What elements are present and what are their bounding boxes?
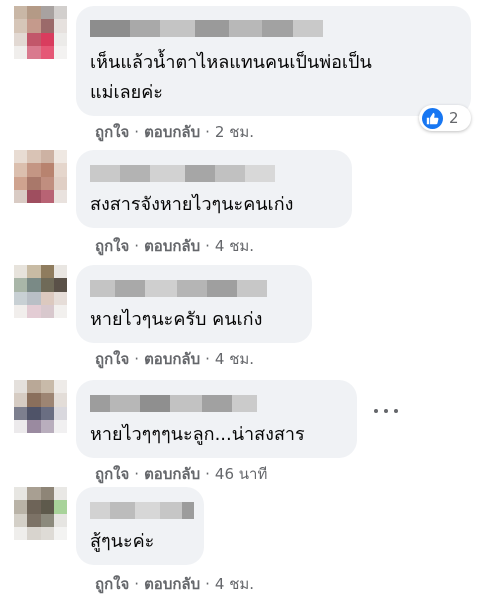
commenter-name-blurred[interactable]	[90, 280, 267, 297]
comment-actions: ถูกใจ · ตอบกลับ · 4 ชม.	[95, 348, 254, 370]
reply-button[interactable]: ตอบกลับ	[144, 462, 200, 486]
comment-text: สงสารจังหายไวๆนะคนเก่ง	[90, 194, 294, 215]
comment-text: สู้ๆนะค่ะ	[90, 531, 155, 552]
avatar[interactable]	[14, 6, 67, 59]
comment-bubble: สงสารจังหายไวๆนะคนเก่ง	[76, 150, 352, 228]
separator: ·	[205, 237, 210, 255]
avatar[interactable]	[14, 265, 67, 318]
comment-timestamp[interactable]: 4 ชม.	[215, 572, 254, 596]
comment-text: หายไวๆนะครับ คนเก่ง	[90, 309, 263, 330]
avatar[interactable]	[14, 380, 67, 433]
thumbs-up-icon	[422, 107, 443, 129]
separator: ·	[205, 465, 210, 483]
separator: ·	[205, 123, 210, 141]
reply-button[interactable]: ตอบกลับ	[144, 120, 200, 144]
commenter-name-blurred[interactable]	[90, 20, 323, 37]
reaction-count: 2	[449, 109, 459, 127]
comment-actions: ถูกใจ · ตอบกลับ · 2 ชม.	[95, 121, 254, 143]
commenter-name-blurred[interactable]	[90, 502, 194, 519]
comment-text: เห็นแล้วน้ำตาไหลแทนคนเป็นพ่อเป็น แม่เลยค…	[90, 52, 372, 103]
avatar[interactable]	[14, 487, 67, 540]
comment-timestamp[interactable]: 4 ชม.	[215, 234, 254, 258]
like-button[interactable]: ถูกใจ	[95, 120, 129, 144]
commenter-name-blurred[interactable]	[90, 165, 275, 182]
comment-bubble: หายไวๆๆๆนะลูก...น่าสงสาร	[76, 380, 357, 458]
like-button[interactable]: ถูกใจ	[95, 462, 129, 486]
reply-button[interactable]: ตอบกลับ	[144, 572, 200, 596]
comment-bubble: เห็นแล้วน้ำตาไหลแทนคนเป็นพ่อเป็น แม่เลยค…	[76, 6, 471, 116]
separator: ·	[205, 575, 210, 593]
avatar[interactable]	[14, 150, 67, 203]
separator: ·	[134, 465, 140, 483]
comment-bubble: สู้ๆนะค่ะ	[76, 487, 204, 565]
like-button[interactable]: ถูกใจ	[95, 234, 129, 258]
like-button[interactable]: ถูกใจ	[95, 572, 129, 596]
comment-actions: ถูกใจ · ตอบกลับ · 4 ชม.	[95, 235, 254, 257]
more-options-icon[interactable]	[374, 405, 398, 417]
comment-timestamp[interactable]: 2 ชม.	[215, 120, 254, 144]
comment-timestamp[interactable]: 46 นาที	[215, 462, 267, 486]
separator: ·	[205, 350, 210, 368]
separator: ·	[134, 123, 140, 141]
separator: ·	[134, 350, 140, 368]
separator: ·	[134, 575, 140, 593]
comment-actions: ถูกใจ · ตอบกลับ · 46 นาที	[95, 463, 267, 485]
reaction-count-badge[interactable]: 2	[419, 105, 471, 131]
reply-button[interactable]: ตอบกลับ	[144, 347, 200, 371]
comment-bubble: หายไวๆนะครับ คนเก่ง	[76, 265, 312, 343]
comment-timestamp[interactable]: 4 ชม.	[215, 347, 254, 371]
commenter-name-blurred[interactable]	[90, 395, 257, 412]
like-button[interactable]: ถูกใจ	[95, 347, 129, 371]
comment-actions: ถูกใจ · ตอบกลับ · 4 ชม.	[95, 573, 254, 595]
comment-text: หายไวๆๆๆนะลูก...น่าสงสาร	[90, 424, 305, 445]
separator: ·	[134, 237, 140, 255]
reply-button[interactable]: ตอบกลับ	[144, 234, 200, 258]
